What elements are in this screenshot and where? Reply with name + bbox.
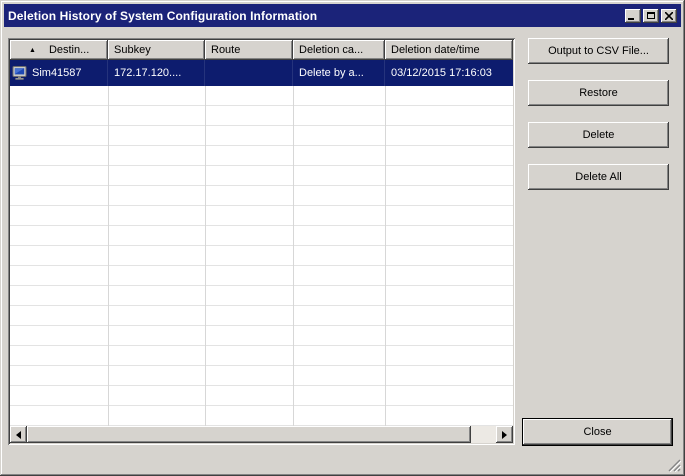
cell-deletion-datetime: 03/12/2015 17:16:03 [385, 60, 513, 86]
titlebar[interactable]: Deletion History of System Configuration… [4, 4, 681, 27]
output-to-csv-button[interactable]: Output to CSV File... [528, 38, 669, 64]
deletion-cause-value: Delete by a... [299, 67, 364, 79]
table-row[interactable]: Sim41587 172.17.120.... Delete by a... 0… [10, 60, 513, 86]
titlebar-controls [625, 9, 677, 23]
cell-deletion-cause: Delete by a... [293, 60, 385, 86]
column-header-label: Destin... [49, 44, 89, 56]
resize-grip-icon[interactable] [668, 459, 681, 472]
column-header-destination[interactable]: ▲ Destin... [10, 40, 108, 60]
sort-ascending-icon: ▲ [29, 47, 36, 54]
minimize-button[interactable] [625, 9, 641, 23]
maximize-icon [647, 12, 655, 19]
scrollbar-track[interactable] [27, 426, 496, 443]
column-header-label: Deletion ca... [299, 44, 363, 56]
column-header-deletion-cause[interactable]: Deletion ca... [293, 40, 385, 60]
horizontal-scrollbar[interactable] [10, 426, 513, 443]
column-header-label: Deletion date/time [391, 44, 480, 56]
scroll-right-button[interactable] [496, 426, 513, 443]
cell-route [205, 60, 293, 86]
delete-all-button[interactable]: Delete All [528, 164, 669, 190]
maximize-button[interactable] [643, 9, 659, 23]
dialog-window: Deletion History of System Configuration… [0, 0, 685, 476]
destination-value: Sim41587 [32, 67, 82, 79]
scroll-left-button[interactable] [10, 426, 27, 443]
subkey-value: 172.17.120.... [114, 67, 181, 79]
column-header-label: Route [211, 44, 240, 56]
computer-icon [12, 66, 28, 80]
column-header-route[interactable]: Route [205, 40, 293, 60]
scrollbar-thumb[interactable] [27, 426, 471, 443]
scroll-right-arrow-icon [502, 431, 507, 439]
column-header-subkey[interactable]: Subkey [108, 40, 205, 60]
deletion-datetime-value: 03/12/2015 17:16:03 [391, 67, 492, 79]
deletion-history-table: ▲ Destin... Subkey Route Deletion ca... … [8, 38, 515, 445]
table-empty-area [10, 86, 513, 426]
minimize-icon [628, 18, 634, 20]
close-button[interactable]: Close [522, 418, 673, 446]
column-header-deletion-datetime[interactable]: Deletion date/time [385, 40, 513, 60]
table-header: ▲ Destin... Subkey Route Deletion ca... … [10, 40, 513, 60]
restore-button[interactable]: Restore [528, 80, 669, 106]
close-icon [665, 12, 673, 20]
scroll-left-arrow-icon [16, 431, 21, 439]
titlebar-close-button[interactable] [661, 9, 677, 23]
window-title: Deletion History of System Configuration… [8, 9, 317, 23]
cell-destination: Sim41587 [10, 60, 108, 86]
delete-button[interactable]: Delete [528, 122, 669, 148]
column-header-label: Subkey [114, 44, 151, 56]
cell-subkey: 172.17.120.... [108, 60, 205, 86]
